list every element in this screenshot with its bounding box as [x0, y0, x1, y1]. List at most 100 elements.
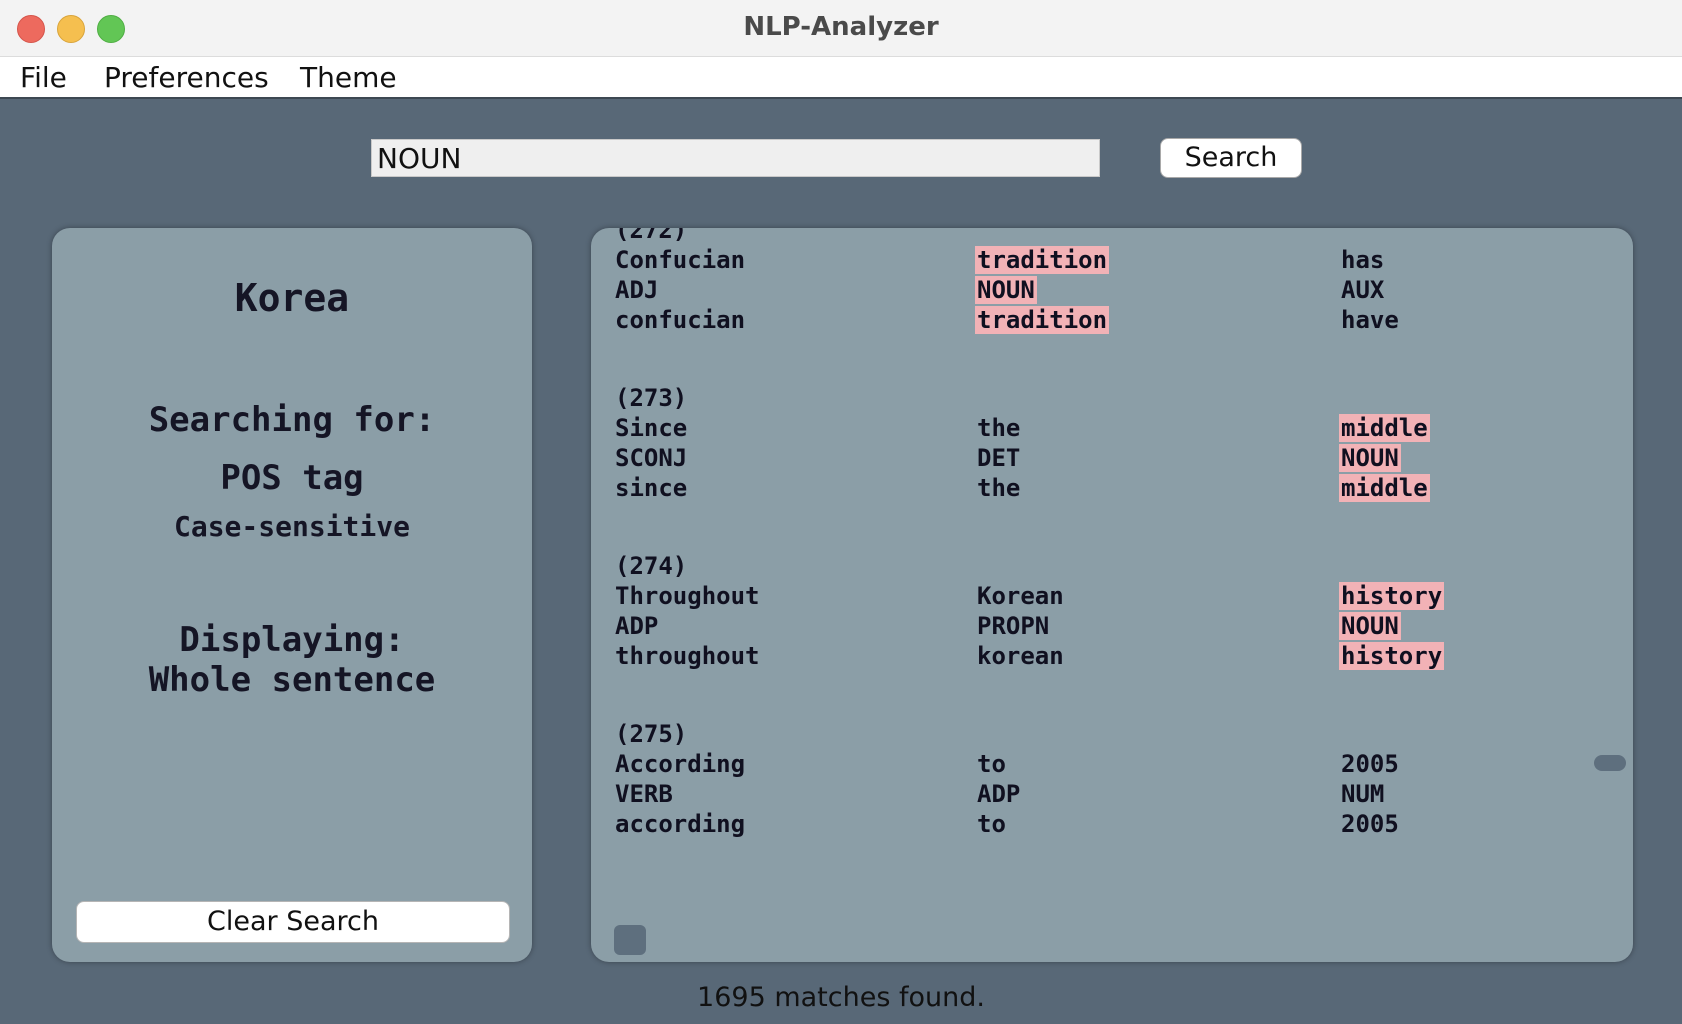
- token-cell: the: [977, 473, 1020, 503]
- searching-for-label: Searching for:: [148, 400, 436, 440]
- token-cell: NOUN: [1339, 611, 1401, 641]
- token-lemma: according: [615, 810, 746, 838]
- sentence-number: (273): [615, 384, 688, 412]
- token-cell: Throughout: [615, 581, 760, 611]
- search-button[interactable]: Search: [1160, 138, 1302, 178]
- results-panel[interactable]: (272) Confucian ADJ confucian tradition NOUN t…: [591, 228, 1633, 962]
- token-cell: Confucian: [615, 245, 745, 275]
- token-cell: ADP: [977, 779, 1020, 809]
- token-pos-match: NOUN: [1339, 444, 1401, 472]
- token-cell: tradition: [975, 245, 1110, 275]
- token-lemma: have: [1341, 306, 1399, 334]
- token-cell: 2005: [1341, 809, 1399, 839]
- token-cell: history: [1339, 581, 1445, 611]
- token-pos: ADJ: [615, 276, 659, 304]
- menu-file[interactable]: File: [20, 61, 67, 94]
- token-pos-match: NOUN: [1339, 612, 1401, 640]
- sentence-number: (272): [615, 228, 688, 244]
- token-cell: Korean: [977, 581, 1064, 611]
- token-cell: throughout: [615, 641, 760, 671]
- token-word: 2005: [1341, 750, 1399, 778]
- result-sentence: (274) Throughout ADP throughout Korean PROPN k…: [591, 551, 1633, 731]
- token-cell: 2005: [1341, 749, 1399, 779]
- token-cell: According: [615, 749, 745, 779]
- window-title: NLP-Analyzer: [743, 12, 939, 42]
- token-cell: according: [615, 809, 745, 839]
- token-cell: AUX: [1341, 275, 1384, 305]
- token-cell: to: [977, 749, 1006, 779]
- token-pos: DET: [977, 444, 1021, 472]
- token-pos-match: NOUN: [975, 276, 1037, 304]
- clear-search-button[interactable]: Clear Search: [76, 901, 510, 943]
- token-cell: tradition: [975, 305, 1110, 335]
- token-cell: middle: [1339, 413, 1430, 443]
- token-cell: ADP: [615, 611, 658, 641]
- token-lemma: the: [977, 474, 1021, 502]
- token-pos: AUX: [1341, 276, 1385, 304]
- token-lemma: since: [615, 474, 688, 502]
- token-pos: SCONJ: [615, 444, 688, 472]
- token-cell: ADJ: [615, 275, 658, 305]
- search-info-panel: Korea Searching for: POS tag Case-sensit…: [52, 228, 532, 962]
- sentence-number: (274): [615, 552, 688, 580]
- token-cell: the: [977, 413, 1020, 443]
- token-cell: history: [1339, 641, 1445, 671]
- case-mode: Case-sensitive: [173, 510, 410, 543]
- token-lemma: korean: [977, 642, 1064, 670]
- token-cell: confucian: [615, 305, 745, 335]
- token-cell: since: [615, 473, 687, 503]
- token-pos: NUM: [1341, 780, 1385, 808]
- token-cell: have: [1341, 305, 1399, 335]
- token-cell: NOUN: [1339, 443, 1401, 473]
- token-word: Throughout: [615, 582, 760, 610]
- menu-bar: File Preferences Theme: [0, 57, 1682, 99]
- result-sentence: (272) Confucian ADJ confucian tradition NOUN t…: [591, 228, 1633, 395]
- token-cell: Since: [615, 413, 687, 443]
- search-input[interactable]: [371, 139, 1100, 177]
- token-cell: korean: [977, 641, 1064, 671]
- token-cell: middle: [1339, 473, 1430, 503]
- horizontal-scrollbar-thumb[interactable]: [614, 925, 646, 955]
- sentence-number: (275): [615, 720, 688, 748]
- status-text: 1695 matches found.: [697, 982, 985, 1013]
- token-cell: SCONJ: [615, 443, 687, 473]
- token-word-match: middle: [1339, 414, 1430, 442]
- token-lemma: confucian: [615, 306, 746, 334]
- token-word: According: [615, 750, 746, 778]
- token-lemma: throughout: [615, 642, 760, 670]
- token-word: Confucian: [615, 246, 746, 274]
- token-cell: NOUN: [975, 275, 1037, 305]
- token-word: has: [1341, 246, 1385, 274]
- menu-preferences[interactable]: Preferences: [104, 61, 269, 94]
- token-lemma: to: [977, 810, 1006, 838]
- token-word: Since: [615, 414, 688, 442]
- token-lemma: 2005: [1341, 810, 1399, 838]
- token-cell: VERB: [615, 779, 673, 809]
- search-type: POS tag: [220, 458, 364, 498]
- token-pos: PROPN: [977, 612, 1050, 640]
- token-cell: NUM: [1341, 779, 1384, 809]
- displaying-label: Displaying:: [179, 620, 405, 660]
- title-bar: NLP-Analyzer: [0, 0, 1682, 57]
- token-word-match: history: [1339, 582, 1445, 610]
- results-list[interactable]: (272) Confucian ADJ confucian tradition NOUN t…: [591, 228, 1633, 962]
- menu-theme[interactable]: Theme: [300, 61, 397, 94]
- token-pos: ADP: [977, 780, 1021, 808]
- token-lemma-match: middle: [1339, 474, 1430, 502]
- app-window: NLP-Analyzer File Preferences Theme Sear…: [0, 0, 1682, 1024]
- corpus-name: Korea: [234, 276, 350, 320]
- token-word-match: tradition: [975, 246, 1110, 274]
- token-cell: DET: [977, 443, 1020, 473]
- result-sentence: (273) Since SCONJ since the DET the middle NOUN m…: [591, 383, 1633, 563]
- display-mode: Whole sentence: [148, 660, 436, 700]
- token-pos: ADP: [615, 612, 659, 640]
- result-sentence: (275) According VERB according to ADP to 2005 NU…: [591, 719, 1633, 899]
- token-cell: to: [977, 809, 1006, 839]
- token-lemma-match: tradition: [975, 306, 1110, 334]
- token-lemma-match: history: [1339, 642, 1445, 670]
- token-word: the: [977, 414, 1021, 442]
- token-word: Korean: [977, 582, 1064, 610]
- vertical-scrollbar-thumb[interactable]: [1594, 755, 1626, 771]
- token-cell: has: [1341, 245, 1384, 275]
- token-pos: VERB: [615, 780, 673, 808]
